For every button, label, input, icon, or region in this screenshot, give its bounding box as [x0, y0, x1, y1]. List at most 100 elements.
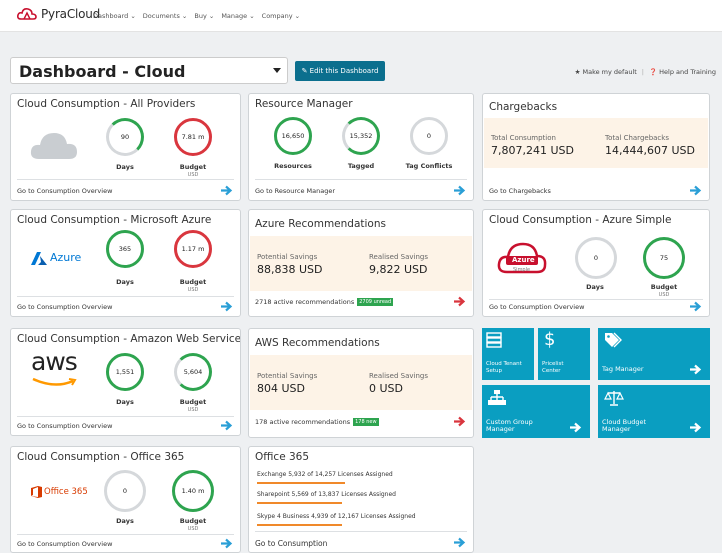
budget-label: Budget: [179, 163, 207, 171]
days-label: Days: [116, 398, 134, 406]
card-title: Azure Recommendations: [255, 218, 386, 230]
caret-down-icon: [273, 68, 281, 73]
card-title: AWS Recommendations: [255, 337, 380, 349]
nav-dashboard[interactable]: Dashboard ⌄: [93, 12, 136, 20]
pyracloud-logo[interactable]: PyraCloud: [17, 7, 100, 21]
arrow-right-icon[interactable]: [689, 300, 702, 313]
tile-cloud-budget-manager[interactable]: Cloud Budget Manager: [598, 385, 710, 438]
conflicts-ring: 0: [410, 117, 448, 155]
tile-cloud-tenant-setup[interactable]: Cloud Tenant Setup: [482, 328, 534, 380]
budget-unit: USD: [187, 172, 199, 178]
days-label: Days: [116, 163, 134, 171]
arrow-right-icon[interactable]: [220, 184, 233, 197]
divider: [17, 534, 234, 535]
divider: [17, 179, 234, 180]
arrow-right-icon[interactable]: [689, 184, 702, 197]
card-title: Cloud Consumption - Microsoft Azure: [17, 214, 212, 226]
budget-value: 75: [659, 254, 669, 262]
recommendations-link[interactable]: 178 active recommendations 178 new: [255, 418, 379, 426]
budget-unit: USD: [187, 526, 199, 532]
footer-link[interactable]: Go to Consumption Overview: [17, 422, 112, 430]
days-ring: 1,551: [106, 353, 144, 391]
days-label: Days: [116, 517, 134, 525]
chargebacks-panel: [484, 118, 708, 168]
card-azure: Cloud Consumption - Microsoft Azure Azur…: [10, 209, 241, 317]
budget-ring: 1.40 m: [172, 470, 214, 512]
chargebacks-value: 14,444,607 USD: [605, 144, 695, 157]
budget-label: Budget: [179, 398, 207, 406]
arrow-right-icon[interactable]: [220, 419, 233, 432]
main-nav: Dashboard ⌄ Documents ⌄ Buy ⌄ Manage ⌄ C…: [93, 12, 307, 20]
azure-logo-text: Azure: [50, 251, 82, 264]
tile-label: Pricelist Center: [542, 361, 564, 374]
aws-smile-icon: [32, 377, 77, 386]
nav-documents[interactable]: Documents ⌄: [143, 12, 188, 20]
help-link[interactable]: ❓ Help and Training: [649, 68, 716, 76]
budget-value: 7.81 m: [181, 133, 205, 141]
days-value: 0: [122, 487, 128, 495]
footer-link[interactable]: Go to Consumption Overview: [17, 187, 112, 195]
tile-label: Custom Group Manager: [486, 418, 533, 433]
footer-link[interactable]: Go to Consumption: [255, 539, 327, 548]
days-ring: 0: [104, 470, 146, 512]
page-title: Dashboard - Cloud: [19, 62, 186, 81]
license-bar-exchange: [257, 482, 345, 484]
realised-savings-value: 0 USD: [369, 382, 403, 395]
realised-savings-label: Realised Savings: [369, 253, 429, 261]
recommendations-link[interactable]: 2718 active recommendations 2709 unread: [255, 298, 394, 306]
make-default-link[interactable]: ★ Make my default: [575, 68, 637, 76]
chargebacks-label: Total Chargebacks: [605, 134, 669, 142]
budget-label: Budget: [179, 517, 207, 525]
edit-dashboard-button[interactable]: ✎ Edit this Dashboard: [295, 61, 385, 81]
footer-link[interactable]: Go to Consumption Overview: [489, 303, 584, 311]
arrow-right-icon[interactable]: [453, 415, 466, 428]
resources-value: 16,650: [281, 132, 305, 140]
card-title: Chargebacks: [489, 101, 558, 113]
footer-link[interactable]: Go to Resource Manager: [255, 187, 335, 195]
azure-logo-icon: [31, 252, 47, 265]
arrow-right-icon: [690, 364, 702, 375]
budget-value: 1.17 m: [181, 245, 205, 253]
divider: [255, 179, 467, 180]
days-value: 90: [120, 133, 130, 141]
nav-buy[interactable]: Buy ⌄: [194, 12, 214, 20]
nav-company[interactable]: Company ⌄: [262, 12, 300, 20]
arrow-right-icon[interactable]: [453, 184, 466, 197]
arrow-right-icon[interactable]: [220, 537, 233, 550]
tile-custom-group-manager[interactable]: Custom Group Manager: [482, 385, 590, 438]
server-icon: [486, 332, 502, 348]
card-office-licenses: Office 365 Exchange 5,932 of 14,257 Lice…: [248, 446, 474, 553]
azure-simple-logo-sub: Simple: [513, 267, 531, 273]
potential-savings-value: 88,838 USD: [257, 263, 323, 276]
recommendations-count: 2718 active recommendations: [255, 298, 355, 306]
footer-link[interactable]: Go to Consumption Overview: [17, 540, 112, 548]
dashboard-selector[interactable]: Dashboard - Cloud: [10, 57, 288, 84]
tile-pricelist-center[interactable]: $ Pricelist Center: [538, 328, 590, 380]
arrow-right-icon[interactable]: [453, 295, 466, 308]
nav-manage[interactable]: Manage ⌄: [221, 12, 254, 20]
footer-link[interactable]: Go to Chargebacks: [489, 187, 551, 195]
days-label: Days: [586, 283, 604, 291]
days-value: 1,551: [115, 368, 135, 376]
budget-ring: 1.17 m: [174, 230, 212, 268]
arrow-right-icon[interactable]: [220, 300, 233, 313]
budget-ring: 75: [643, 237, 685, 279]
license-line-exchange: Exchange 5,932 of 14,257 Licenses Assign…: [257, 471, 393, 478]
conflicts-value: 0: [426, 132, 432, 140]
footer-link[interactable]: Go to Consumption Overview: [17, 303, 112, 311]
card-title: Resource Manager: [255, 98, 353, 110]
top-navbar: PyraCloud Dashboard ⌄ Documents ⌄ Buy ⌄ …: [0, 0, 722, 32]
card-title: Cloud Consumption - All Providers: [17, 98, 196, 110]
budget-unit: USD: [187, 287, 199, 293]
arrow-right-icon[interactable]: [453, 536, 466, 549]
realised-savings-label: Realised Savings: [369, 372, 429, 380]
budget-value: 1.40 m: [181, 487, 205, 495]
card-chargebacks: Chargebacks Total Consumption 7,807,241 …: [482, 93, 710, 201]
card-azure-recommendations: Azure Recommendations Potential Savings …: [248, 209, 474, 317]
budget-unit: USD: [187, 407, 199, 413]
license-line-sharepoint: Sharepoint 5,569 of 13,837 Licenses Assi…: [257, 491, 396, 498]
arrow-right-icon: [570, 422, 582, 433]
budget-label: Budget: [179, 278, 207, 286]
tile-tag-manager[interactable]: Tag Manager: [598, 328, 710, 380]
days-label: Days: [116, 278, 134, 286]
